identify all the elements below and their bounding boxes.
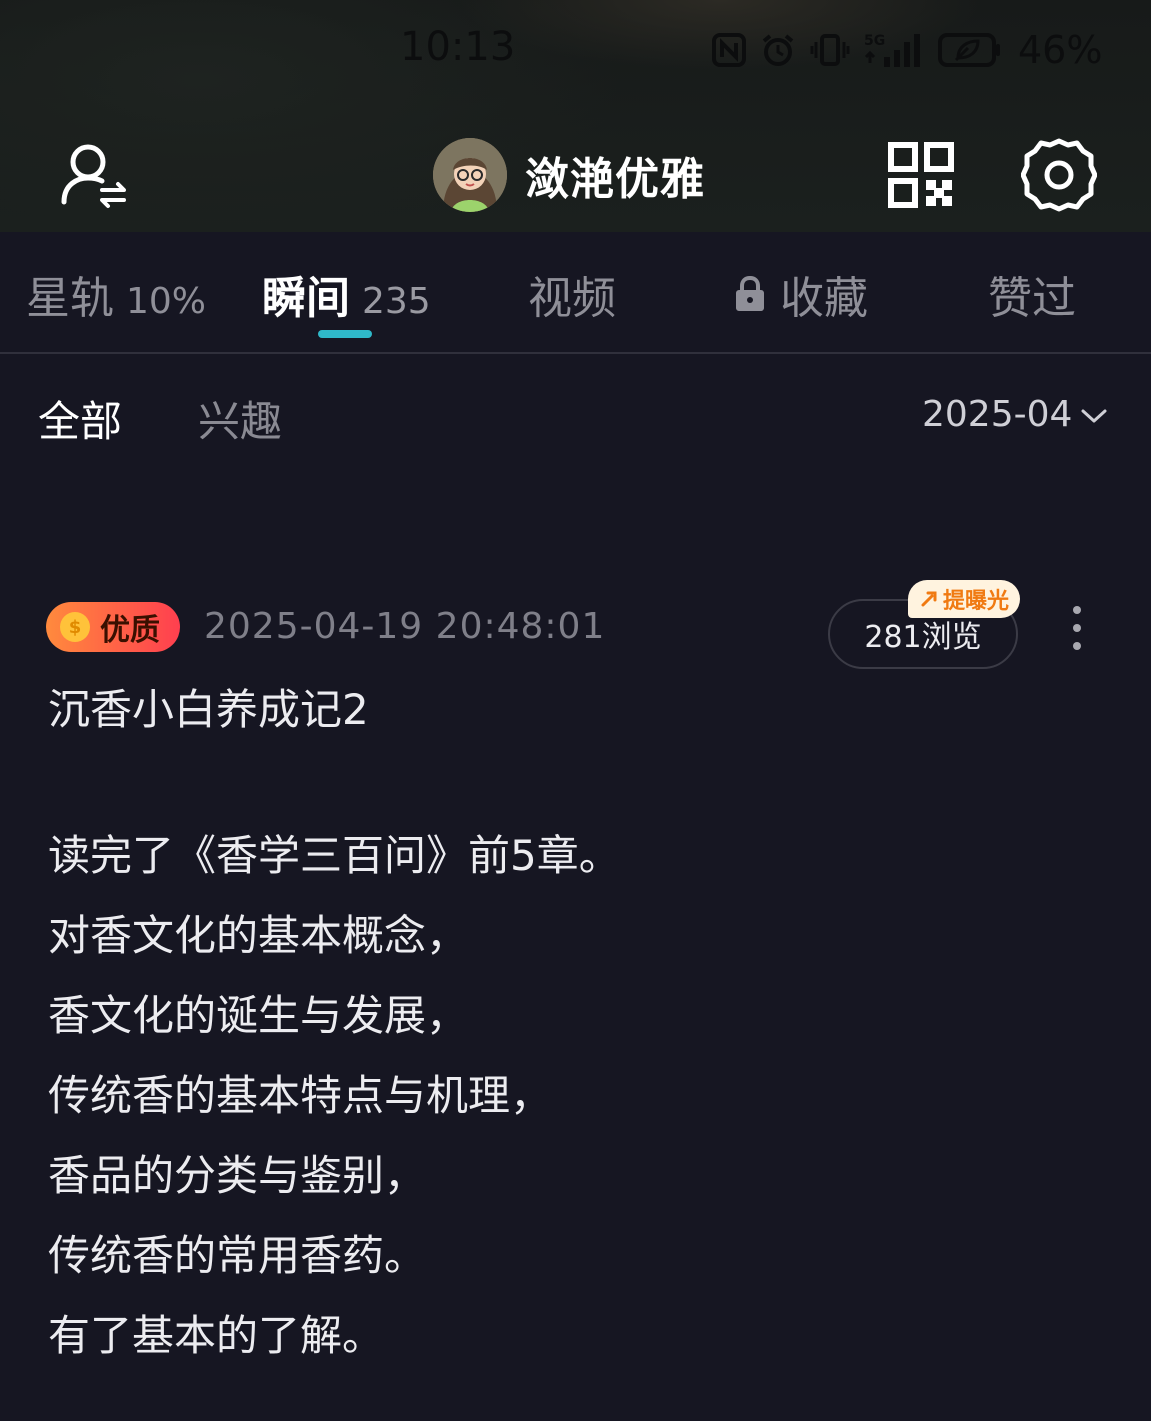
tab-count: 10% <box>126 281 207 322</box>
tab-favorites[interactable]: 收藏 <box>734 262 868 326</box>
boost-label: 提曝光 <box>942 589 1009 614</box>
tab-liked[interactable]: 赞过 <box>988 262 1076 326</box>
rocket-icon <box>921 591 937 607</box>
dot-icon <box>1073 642 1081 650</box>
tab-moments[interactable]: 瞬间 235 <box>262 262 431 326</box>
tab-label: 赞过 <box>988 273 1076 324</box>
chevron-down-icon <box>1072 394 1108 435</box>
lock-icon <box>734 273 766 324</box>
status-bar: 10:13 5G 46% <box>0 18 1151 80</box>
avatar[interactable] <box>433 138 507 212</box>
post-body-line: 传统香的常用香药。 <box>48 1231 427 1280</box>
qr-code-icon <box>888 142 954 212</box>
tab-videos[interactable]: 视频 <box>528 262 616 326</box>
coin-icon: $ <box>60 612 90 642</box>
post-body-line: 香品的分类与鉴别， <box>48 1151 427 1200</box>
profile-header: 潋滟优雅 <box>0 130 1151 222</box>
tab-count: 235 <box>362 281 431 322</box>
alarm-icon <box>760 32 796 68</box>
profile-identity[interactable]: 潋滟优雅 <box>433 138 705 212</box>
qr-code-button[interactable] <box>886 142 956 212</box>
status-time: 10:13 <box>400 24 516 70</box>
nfc-icon <box>712 33 746 67</box>
post-timestamp: 2025-04-19 20:48:01 <box>204 606 606 647</box>
switch-account-button[interactable] <box>56 140 132 216</box>
tab-label: 收藏 <box>780 273 868 324</box>
post-body-line: 香文化的诞生与发展， <box>48 991 469 1040</box>
badge-label: 优质 <box>100 613 160 648</box>
tab-label: 视频 <box>528 273 616 324</box>
post-title: 沉香小白养成记2 <box>48 685 369 734</box>
svg-text:5G: 5G <box>864 33 885 49</box>
post-body-line: 传统香的基本特点与机理， <box>48 1071 553 1120</box>
battery-percentage: 46% <box>1018 28 1103 72</box>
more-options-button[interactable] <box>1062 606 1092 650</box>
settings-button[interactable] <box>1020 138 1098 216</box>
signal-icon: 5G <box>864 31 924 69</box>
filter-interest[interactable]: 兴趣 <box>198 388 282 449</box>
switch-account-icon <box>56 138 132 218</box>
dot-icon <box>1073 624 1081 632</box>
settings-icon <box>1020 137 1098 217</box>
battery-icon <box>938 32 1002 68</box>
quality-badge: $ 优质 <box>46 602 180 652</box>
month-value: 2025-04 <box>922 394 1073 435</box>
post-body-line: 读完了《香学三百问》前5章。 <box>48 831 621 880</box>
filter-all[interactable]: 全部 <box>38 388 122 449</box>
content-tabs: 星轨 10% 瞬间 235 视频 收藏 赞过 <box>0 232 1151 354</box>
post-body: 读完了《香学三百问》前5章。 对香文化的基本概念， 香文化的诞生与发展， 传统香… <box>48 828 621 1388</box>
status-icons: 5G 46% <box>712 28 1102 72</box>
vibrate-icon <box>810 32 850 68</box>
post-body-line: 对香文化的基本概念， <box>48 911 469 960</box>
month-selector[interactable]: 2025-04 <box>922 394 1108 435</box>
sub-filter-bar: 全部 兴趣 2025-04 <box>0 388 1151 448</box>
dot-icon <box>1073 606 1081 614</box>
boost-exposure-tag[interactable]: 提曝光 <box>908 580 1020 618</box>
post-body-line: 有了基本的了解。 <box>48 1311 385 1360</box>
tab-label: 星轨 <box>26 273 114 324</box>
tab-star-track[interactable]: 星轨 10% <box>26 262 206 326</box>
tab-label: 瞬间 <box>262 273 350 324</box>
active-tab-indicator <box>318 330 372 338</box>
username: 潋滟优雅 <box>525 154 705 205</box>
